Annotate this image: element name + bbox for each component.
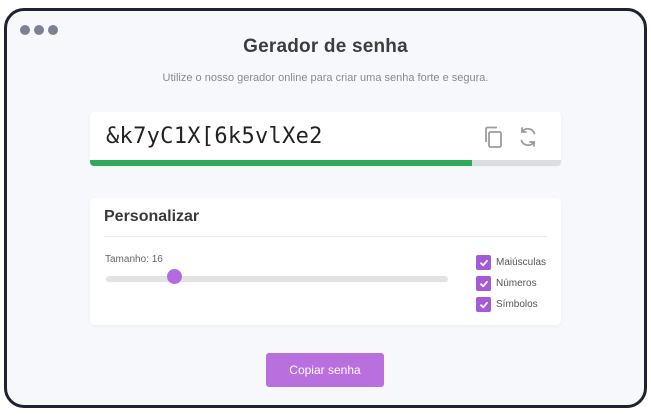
option-label-uppercase: Maiúsculas [496,257,547,268]
divider [104,236,547,237]
check-icon [479,301,488,308]
app-window: Gerador de senha Utilize o nosso gerador… [4,8,647,408]
option-label-symbols: Símbolos [496,299,538,310]
option-label-numbers: Números [496,278,537,289]
refresh-icon[interactable] [516,124,540,150]
customize-card: Personalizar Tamanho: 16 Maiúsculas Núme… [90,198,561,325]
window-controls [20,25,58,35]
checkbox-uppercase[interactable] [476,255,491,270]
strength-bar [90,160,561,166]
window-dot-minimize[interactable] [34,25,44,35]
option-symbols[interactable]: Símbolos [476,294,556,315]
length-slider-thumb[interactable] [166,269,182,284]
checkbox-numbers[interactable] [476,276,491,291]
strength-bar-fill [90,160,472,166]
options-list: Maiúsculas Números Símbolos [476,252,556,315]
password-display[interactable]: &k7yC1X[6k5vlXe2 [106,124,323,149]
page-subtitle: Utilize o nosso gerador online para cria… [162,72,489,84]
option-numbers[interactable]: Números [476,273,556,294]
window-dot-maximize[interactable] [48,25,58,35]
length-slider[interactable] [106,276,448,282]
copy-icon[interactable] [482,124,506,150]
window-dot-close[interactable] [20,25,30,35]
copy-password-button[interactable]: Copiar senha [266,353,384,387]
checkbox-symbols[interactable] [476,297,491,312]
page-title: Gerador de senha [243,36,408,57]
option-uppercase[interactable]: Maiúsculas [476,252,556,273]
check-icon [479,259,488,266]
check-icon [479,280,488,287]
password-card: &k7yC1X[6k5vlXe2 [90,112,561,165]
customize-title: Personalizar [104,208,200,225]
length-label: Tamanho: 16 [105,254,163,265]
